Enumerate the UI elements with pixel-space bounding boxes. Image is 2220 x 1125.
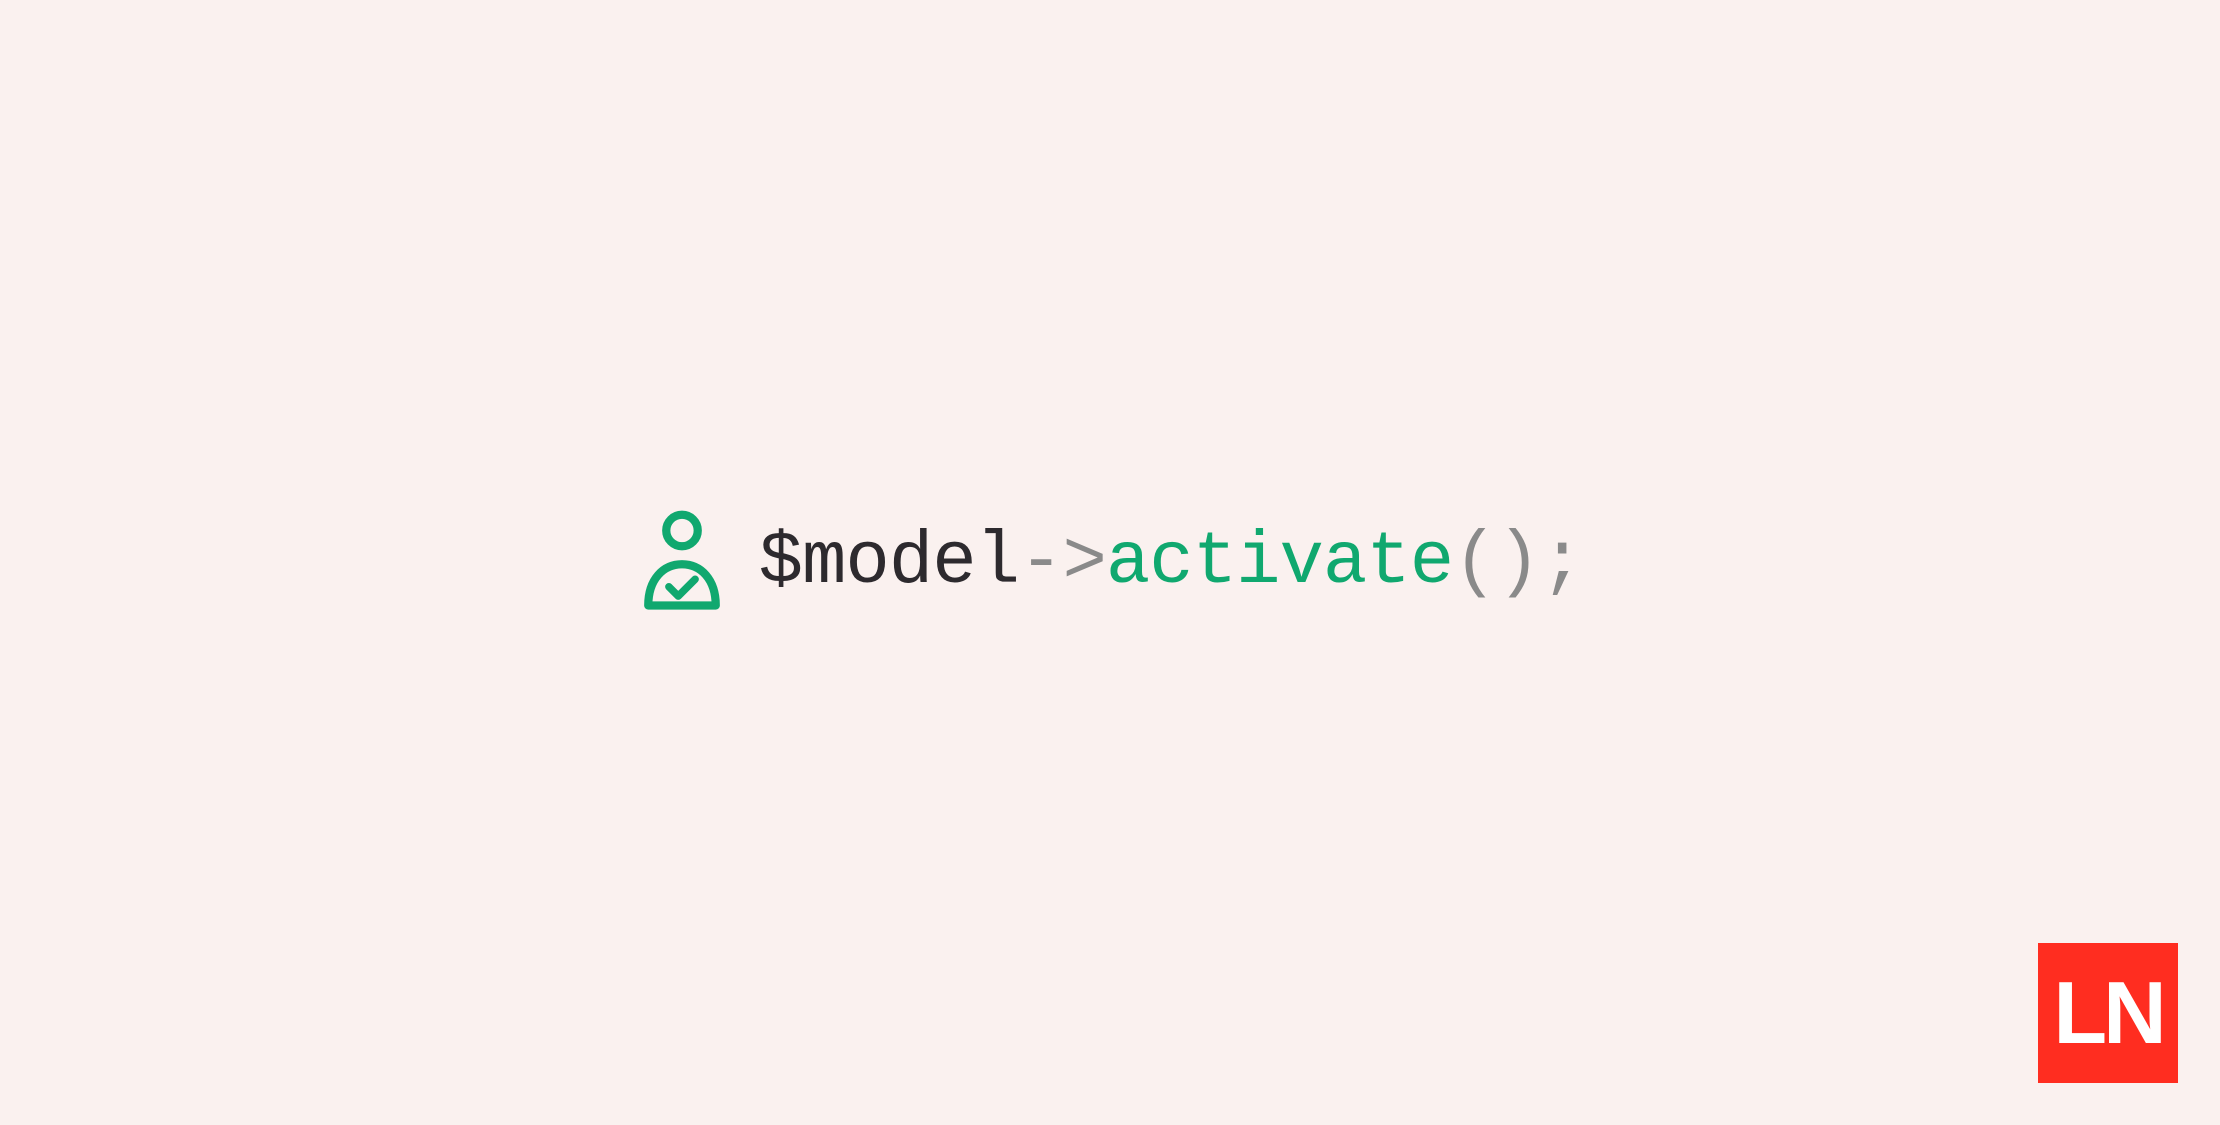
code-arrow: -> <box>1019 521 1106 605</box>
code-snippet-container: $model->activate(); <box>637 508 1584 618</box>
code-text: $model->activate(); <box>759 521 1584 605</box>
code-semicolon: ; <box>1540 521 1583 605</box>
brand-logo-text: LN <box>2053 969 2162 1057</box>
user-check-icon <box>637 508 727 618</box>
code-variable: $model <box>759 521 1019 605</box>
code-parens: () <box>1453 521 1540 605</box>
code-method: activate <box>1106 521 1453 605</box>
brand-logo-badge: LN <box>2038 943 2178 1083</box>
